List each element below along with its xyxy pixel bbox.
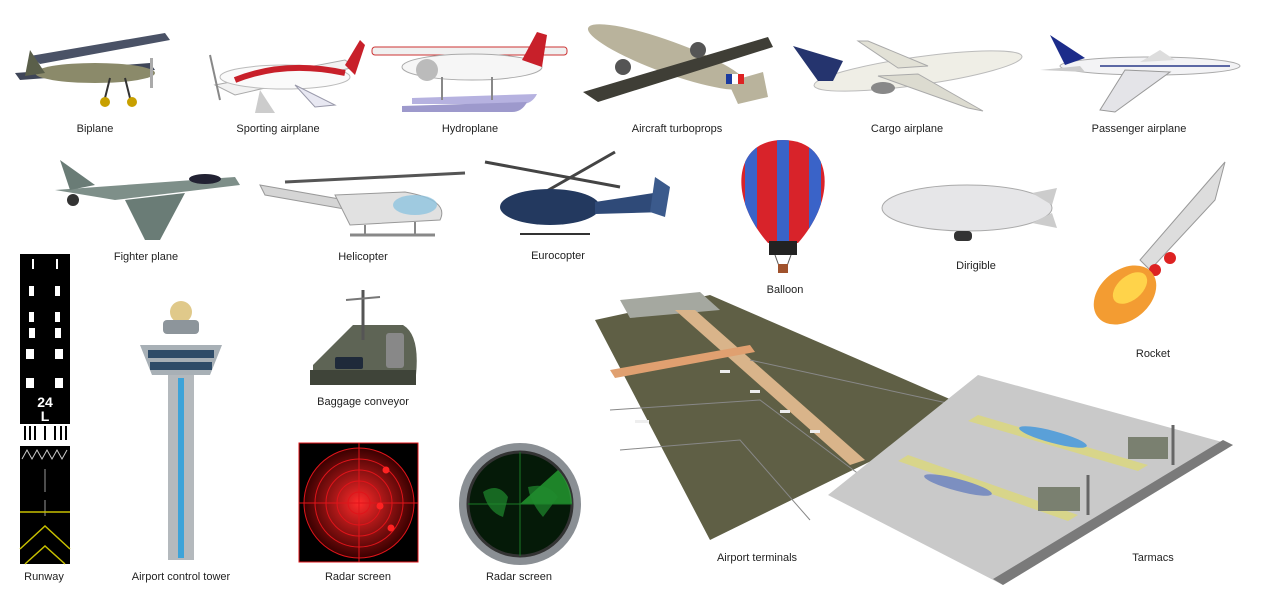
aircraft-turboprops-image: [583, 24, 773, 104]
cargo-airplane-image: [793, 40, 1023, 112]
hydroplane-label: Hydroplane: [441, 123, 499, 135]
cargo-airplane-label: Cargo airplane: [870, 123, 944, 135]
passenger-airplane-image: [1040, 35, 1241, 113]
rocket-image: [1093, 161, 1226, 325]
dirigible-label: Dirigible: [956, 260, 996, 272]
aircraft-turboprops-label: Aircraft turboprops: [631, 123, 723, 135]
fighter-plane-image: [55, 160, 240, 240]
sporting-airplane-label: Sporting airplane: [236, 123, 320, 135]
dirigible-image: [881, 184, 1057, 241]
baggage-conveyor-image: [310, 290, 417, 385]
biplane-label: Biplane: [76, 123, 114, 135]
airport-terminals-label: Airport terminals: [716, 552, 798, 564]
runway-image: 24 L: [19, 254, 71, 565]
fighter-plane-label: Fighter plane: [113, 251, 179, 263]
airport-control-tower-label: Airport control tower: [131, 571, 231, 583]
radar-screen-red-image: [298, 442, 419, 563]
airport-control-tower-image: [140, 301, 222, 560]
sporting-airplane-image: [209, 40, 365, 113]
helicopter-label: Helicopter: [338, 251, 388, 263]
passenger-airplane-label: Passenger airplane: [1091, 123, 1187, 135]
radar-screen-green-image: [459, 443, 581, 565]
eurocopter-image: [484, 150, 670, 235]
runway-label: Runway: [24, 571, 64, 583]
rocket-label: Rocket: [1135, 348, 1171, 360]
balloon-image: [741, 140, 825, 273]
hydroplane-image: [371, 32, 568, 112]
radar-screen-red-label: Radar screen: [324, 571, 392, 583]
helicopter-image: [259, 171, 466, 237]
eurocopter-label: Eurocopter: [531, 250, 585, 262]
radar-screen-green-label: Radar screen: [485, 571, 553, 583]
baggage-conveyor-label: Baggage conveyor: [317, 396, 409, 408]
tarmacs-label: Tarmacs: [1132, 552, 1174, 564]
biplane-image: [15, 33, 170, 107]
runway-letter: L: [41, 408, 50, 424]
